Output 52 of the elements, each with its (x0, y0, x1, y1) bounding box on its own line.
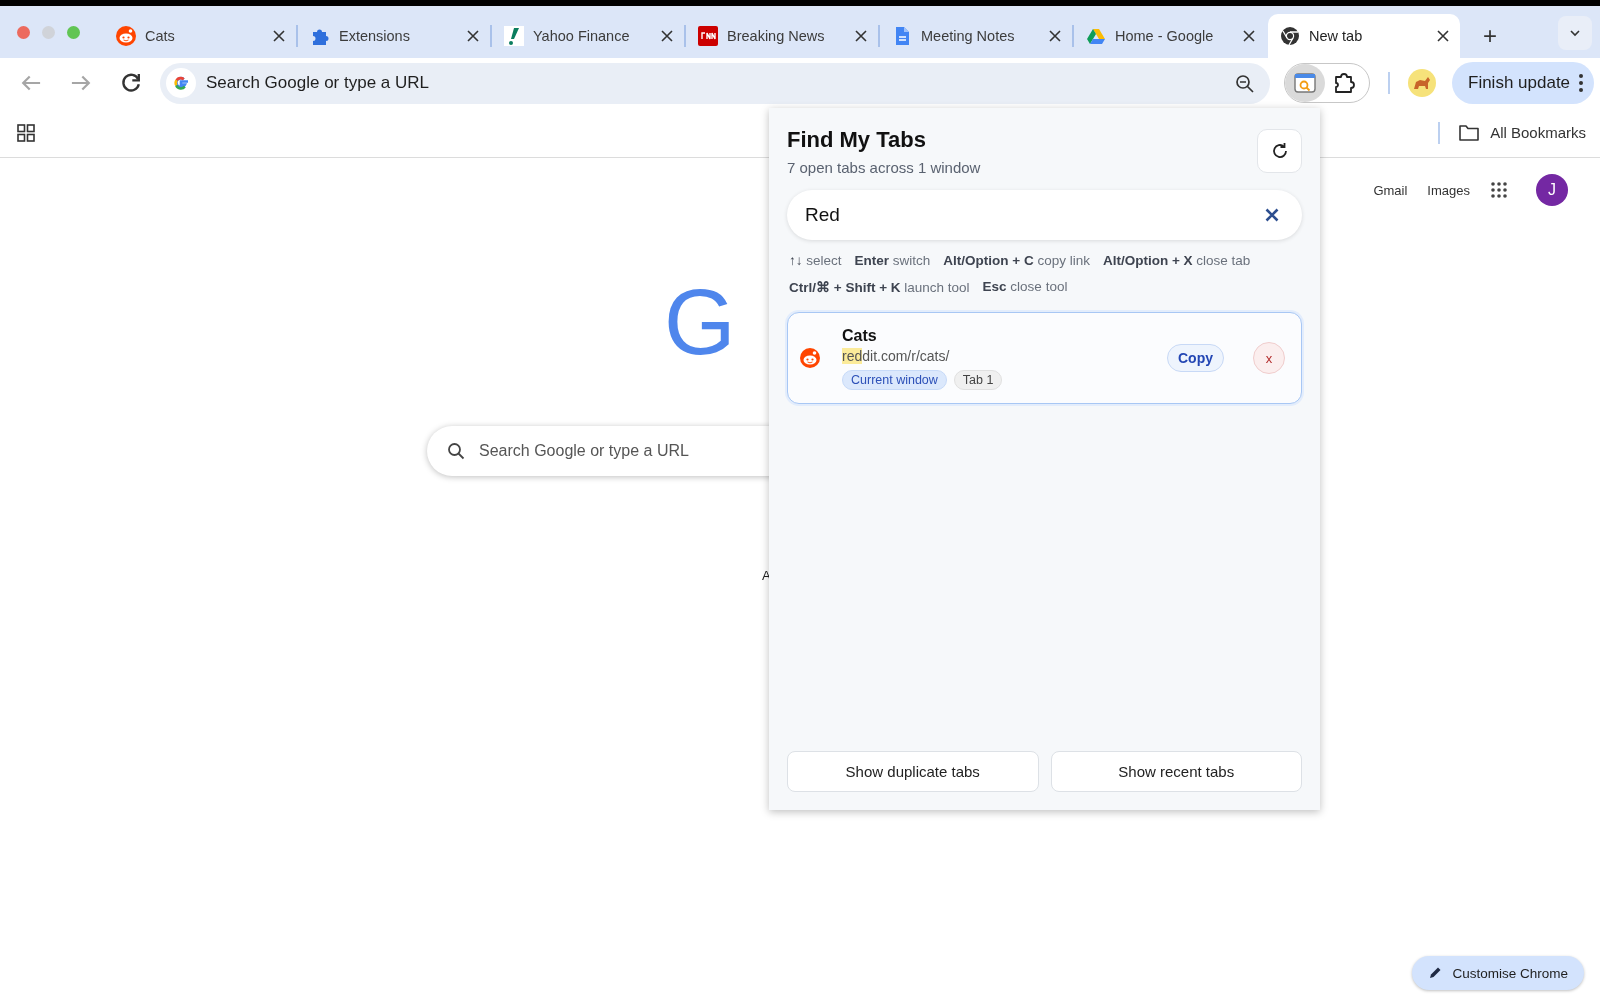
window-tag: Current window (842, 369, 947, 390)
refresh-button[interactable] (1257, 129, 1302, 173)
result-title: Cats (842, 326, 878, 345)
triangle-logo-icon (1086, 26, 1106, 46)
exclamation-icon (504, 26, 524, 46)
tab[interactable]: Meeting Notes (880, 14, 1072, 58)
result-url: reddit.com/r/cats/ (842, 347, 951, 364)
header-link[interactable]: Gmail (1373, 182, 1408, 198)
tab[interactable]: Cats (104, 14, 296, 58)
tab-index-tag: Tab 1 (953, 369, 1003, 390)
tab-result-card[interactable]: Cats reddit.com/r/cats/ Current window Tab 1 Copy x (787, 312, 1302, 404)
header-link[interactable]: Images (1427, 182, 1470, 198)
tab[interactable]: New tab (1268, 14, 1460, 58)
news-logo-icon (698, 26, 718, 46)
folder-icon (1458, 123, 1481, 142)
logo-text: G (664, 276, 734, 368)
popup-subtitle: 7 open tabs across 1 window (787, 159, 981, 176)
new-tab-button[interactable]: + (1476, 22, 1504, 50)
reddit-alien-icon (800, 348, 820, 368)
footer-button[interactable]: Show duplicate tabs (787, 751, 1039, 792)
reddit-alien-icon (116, 26, 136, 46)
clear-icon[interactable] (1264, 207, 1280, 223)
copy-button[interactable]: Copy (1167, 344, 1224, 372)
browser-logo-icon (1280, 26, 1300, 46)
shortcut-hint: Enter switch (854, 253, 931, 268)
search-icon (447, 442, 465, 460)
finish-update-button[interactable]: Finish update (1452, 62, 1595, 104)
extension-button[interactable] (1285, 64, 1325, 102)
shortcut-hint: Alt/Option + C copy link (943, 253, 1090, 268)
zoom-out-icon[interactable] (1234, 72, 1256, 95)
apps-grid-icon[interactable] (1490, 181, 1508, 199)
profile-avatar-icon[interactable] (1408, 69, 1436, 97)
apps-icon[interactable] (16, 122, 36, 143)
more-menu-icon (1578, 72, 1585, 94)
browser-window-search-icon (1293, 71, 1317, 95)
popup-title: Find My Tabs (787, 127, 927, 153)
tab[interactable]: Home - Google (1074, 14, 1266, 58)
customise-chrome-button[interactable]: Customise Chrome (1412, 956, 1584, 990)
account-avatar[interactable]: J (1536, 174, 1568, 206)
address-bar[interactable]: Search Google or type a URL (160, 62, 1270, 104)
tab[interactable]: Breaking News (686, 14, 878, 58)
pencil-icon (1428, 966, 1443, 980)
tab-search-field[interactable]: Red (787, 190, 1302, 240)
close-tab-button[interactable]: x (1253, 342, 1285, 374)
tab[interactable]: Yahoo Finance (492, 14, 684, 58)
footer-button[interactable]: Show recent tabs (1050, 751, 1302, 792)
shortcut-hint: Ctrl/⌘ + Shift + K launch tool (789, 279, 970, 295)
tab[interactable]: Extensions (298, 14, 490, 58)
shortcut-hint: Esc close tool (982, 279, 1068, 295)
shortcut-hint: ↑↓ select (789, 253, 842, 268)
all-bookmarks-button[interactable]: All Bookmarks (1458, 123, 1586, 142)
shortcut-hint: Alt/Option + X close tab (1102, 253, 1251, 268)
